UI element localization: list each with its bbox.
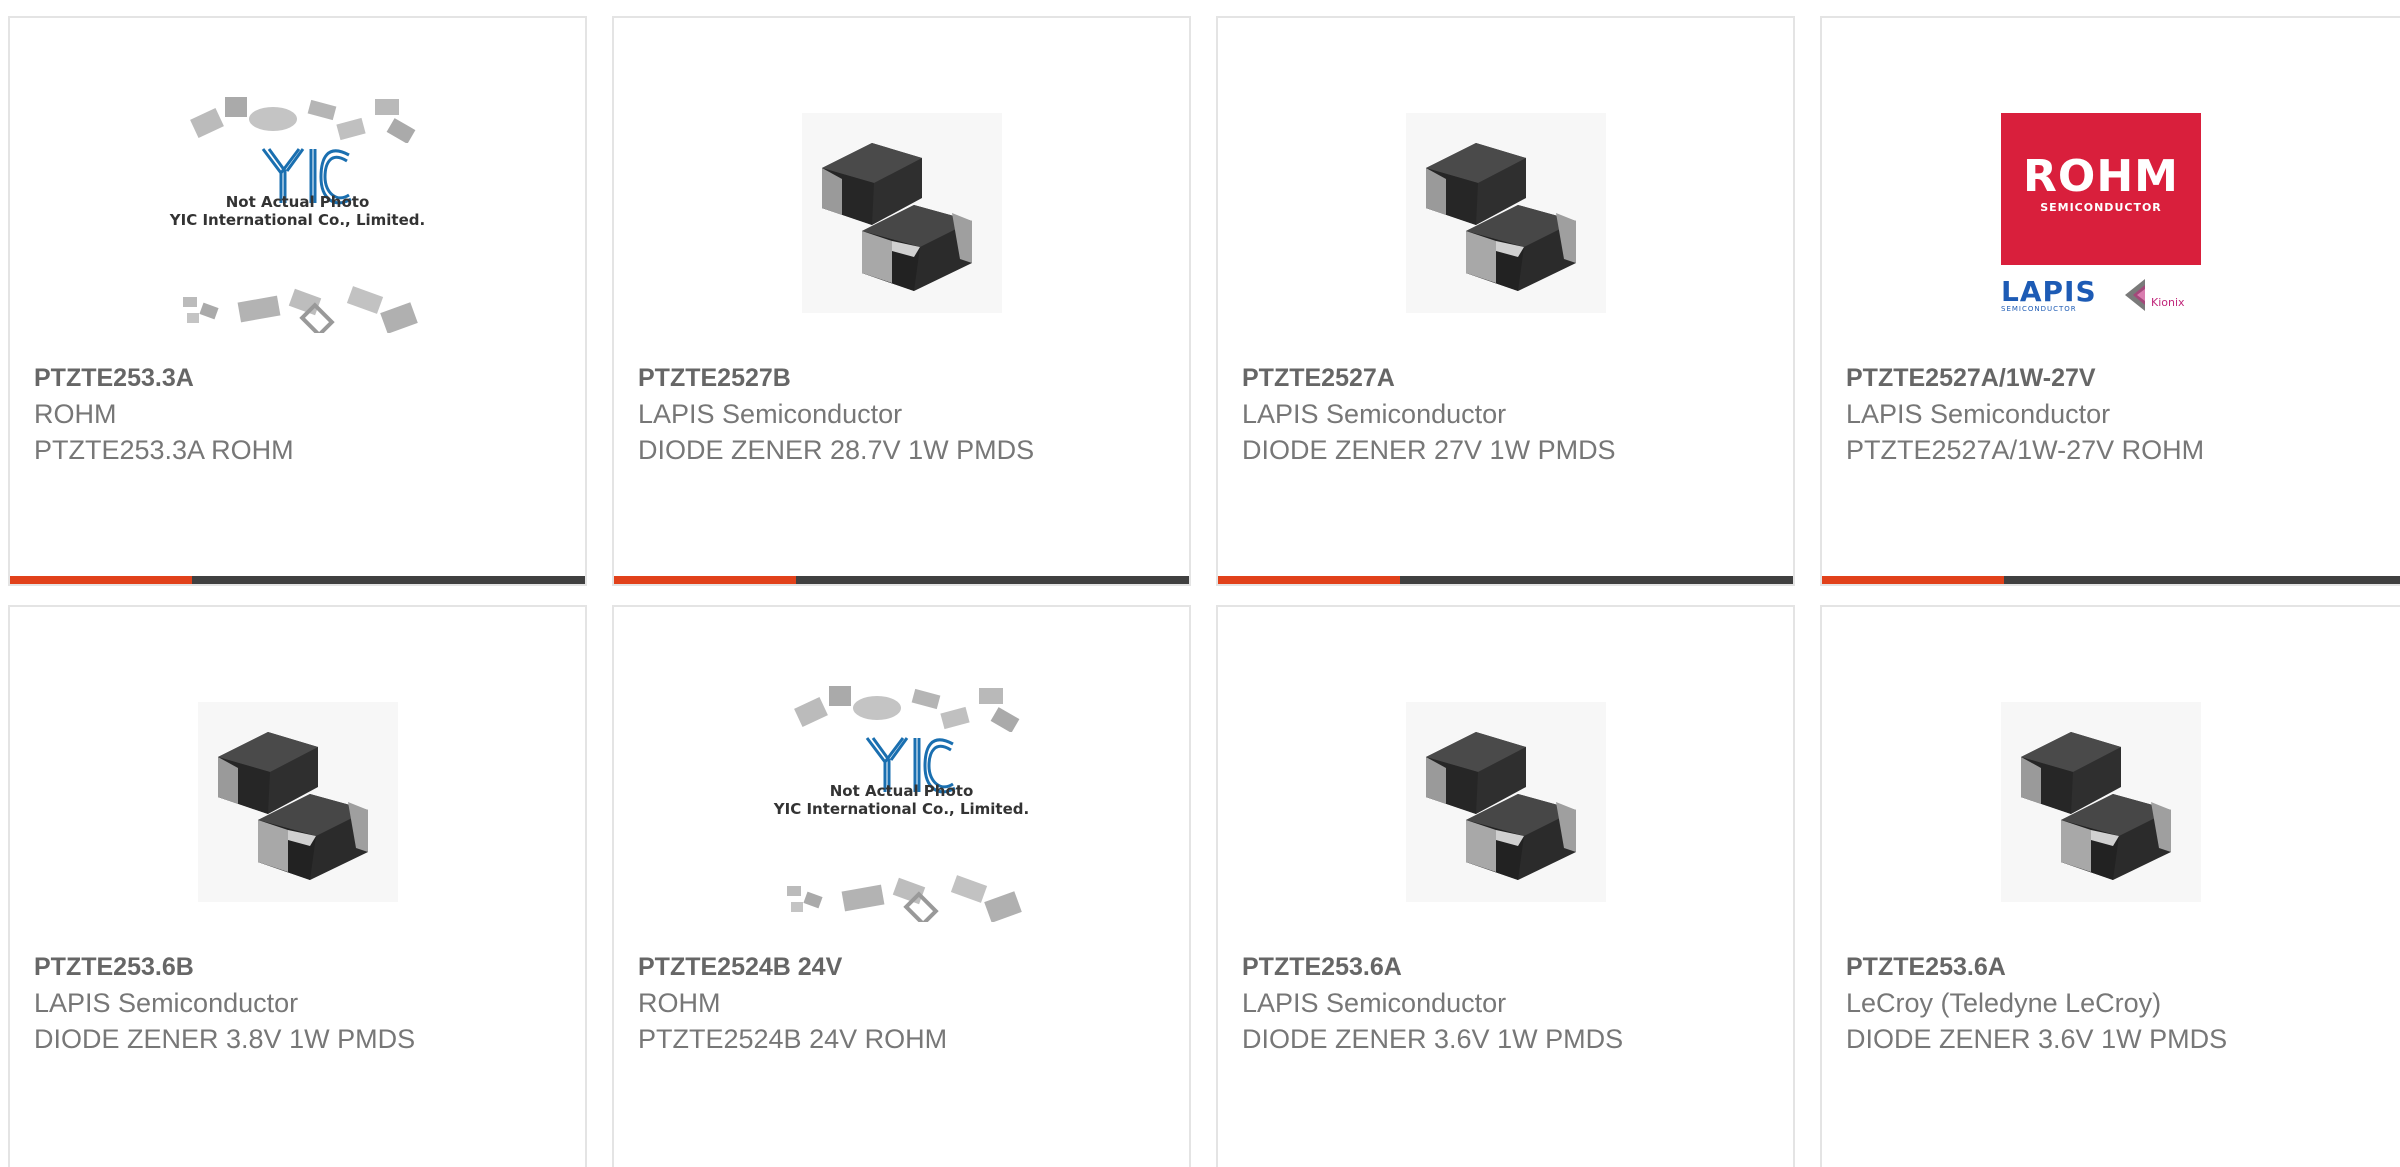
product-card[interactable]: Not Actual Photo YIC International Co., … [612, 605, 1191, 1167]
accent-segment [10, 576, 192, 584]
description: DIODE ZENER 3.6V 1W PMDS [1242, 1024, 1624, 1054]
manufacturer: ROHM [34, 399, 117, 429]
lapis-brand: LAPIS [2001, 275, 2097, 308]
description: DIODE ZENER 27V 1W PMDS [1242, 435, 1616, 465]
placeholder-photo: Not Actual Photo YIC International Co., … [767, 682, 1037, 922]
placeholder-line2: YIC International Co., Limited. [169, 211, 426, 229]
smd-diode-icon [1405, 113, 1606, 313]
manufacturer: ROHM [638, 988, 721, 1018]
part-number[interactable]: PTZTE2527A [1242, 360, 1777, 396]
part-number[interactable]: PTZTE2524B 24V [638, 949, 1173, 985]
placeholder-line1: Not Actual Photo [829, 782, 974, 800]
smd-diode-icon [2001, 702, 2201, 902]
card-accent-bar [10, 576, 585, 584]
product-image: Not Actual Photo YIC International Co., … [163, 82, 433, 344]
chips-icon [793, 686, 1019, 732]
product-info: PTZTE2527B LAPIS Semiconductor DIODE ZEN… [638, 360, 1173, 468]
card-accent-bar [1218, 576, 1793, 584]
accent-segment [614, 576, 796, 584]
description: PTZTE253.3A ROHM [34, 435, 294, 465]
rohm-logo: ROHM SEMICONDUCTOR LAPIS SEMICONDUCTOR K… [2001, 113, 2201, 313]
smd-diode-icon [801, 113, 1002, 313]
product-info: PTZTE2524B 24V ROHM PTZTE2524B 24V ROHM [638, 949, 1173, 1057]
description: DIODE ZENER 28.7V 1W PMDS [638, 435, 1035, 465]
product-image [1371, 671, 1641, 933]
accent-segment [1218, 576, 1400, 584]
product-image [767, 82, 1037, 344]
part-number[interactable]: PTZTE253.6B [34, 949, 569, 985]
manufacturer: LeCroy (Teledyne LeCroy) [1846, 988, 2162, 1018]
product-info: PTZTE2527A/1W-27V LAPIS Semiconductor PT… [1846, 360, 2384, 468]
product-image: Not Actual Photo YIC International Co., … [767, 671, 1037, 933]
accent-segment [1822, 576, 2004, 584]
description: PTZTE2527A/1W-27V ROHM [1846, 435, 2205, 465]
placeholder-photo: Not Actual Photo YIC International Co., … [163, 93, 433, 333]
manufacturer: LAPIS Semiconductor [1242, 399, 1507, 429]
part-number[interactable]: PTZTE253.6A [1846, 949, 2384, 985]
manufacturer: LAPIS Semiconductor [34, 988, 299, 1018]
smd-diode-icon [1405, 702, 1606, 902]
product-info: PTZTE253.6A LeCroy (Teledyne LeCroy) DIO… [1846, 949, 2384, 1057]
product-info: PTZTE253.6A LAPIS Semiconductor DIODE ZE… [1242, 949, 1777, 1057]
product-card[interactable]: PTZTE253.6B LAPIS Semiconductor DIODE ZE… [8, 605, 587, 1167]
product-info: PTZTE253.3A ROHM PTZTE253.3A ROHM [34, 360, 569, 468]
product-image [163, 671, 433, 933]
product-info: PTZTE2527A LAPIS Semiconductor DIODE ZEN… [1242, 360, 1777, 468]
product-image [1966, 671, 2236, 933]
rohm-tagline: SEMICONDUCTOR [2040, 201, 2162, 214]
part-number[interactable]: PTZTE253.3A [34, 360, 569, 396]
rohm-logo-block: ROHM SEMICONDUCTOR [2001, 113, 2201, 265]
description: DIODE ZENER 3.8V 1W PMDS [34, 1024, 416, 1054]
chips-icon [182, 286, 418, 333]
manufacturer: LAPIS Semiconductor [1242, 988, 1507, 1018]
smd-diode-icon [197, 702, 398, 902]
chips-icon [786, 875, 1022, 922]
product-card[interactable]: PTZTE2527A LAPIS Semiconductor DIODE ZEN… [1216, 16, 1795, 586]
product-card[interactable]: PTZTE253.6A LeCroy (Teledyne LeCroy) DIO… [1820, 605, 2400, 1167]
product-card[interactable]: PTZTE2527B LAPIS Semiconductor DIODE ZEN… [612, 16, 1191, 586]
product-image [1371, 82, 1641, 344]
part-number[interactable]: PTZTE2527A/1W-27V [1846, 360, 2384, 396]
product-card[interactable]: Not Actual Photo YIC International Co., … [8, 16, 587, 586]
card-accent-bar [1822, 576, 2400, 584]
kionix-brand: Kionix [2151, 296, 2185, 309]
product-grid: Not Actual Photo YIC International Co., … [0, 0, 2400, 1167]
placeholder-line1: Not Actual Photo [225, 193, 370, 211]
placeholder-caption: Not Actual Photo YIC International Co., … [767, 782, 1037, 818]
product-card[interactable]: PTZTE253.6A LAPIS Semiconductor DIODE ZE… [1216, 605, 1795, 1167]
description: PTZTE2524B 24V ROHM [638, 1024, 948, 1054]
chips-icon [189, 97, 415, 143]
part-number[interactable]: PTZTE253.6A [1242, 949, 1777, 985]
product-info: PTZTE253.6B LAPIS Semiconductor DIODE ZE… [34, 949, 569, 1057]
product-card[interactable]: ROHM SEMICONDUCTOR LAPIS SEMICONDUCTOR K… [1820, 16, 2400, 586]
manufacturer: LAPIS Semiconductor [638, 399, 903, 429]
placeholder-line2: YIC International Co., Limited. [773, 800, 1030, 818]
lapis-tagline: SEMICONDUCTOR [2001, 305, 2077, 313]
description: DIODE ZENER 3.6V 1W PMDS [1846, 1024, 2228, 1054]
rohm-brand: ROHM [2023, 151, 2179, 202]
manufacturer: LAPIS Semiconductor [1846, 399, 2111, 429]
part-number[interactable]: PTZTE2527B [638, 360, 1173, 396]
product-image: ROHM SEMICONDUCTOR LAPIS SEMICONDUCTOR K… [1966, 82, 2236, 344]
placeholder-caption: Not Actual Photo YIC International Co., … [163, 193, 433, 229]
card-accent-bar [614, 576, 1189, 584]
